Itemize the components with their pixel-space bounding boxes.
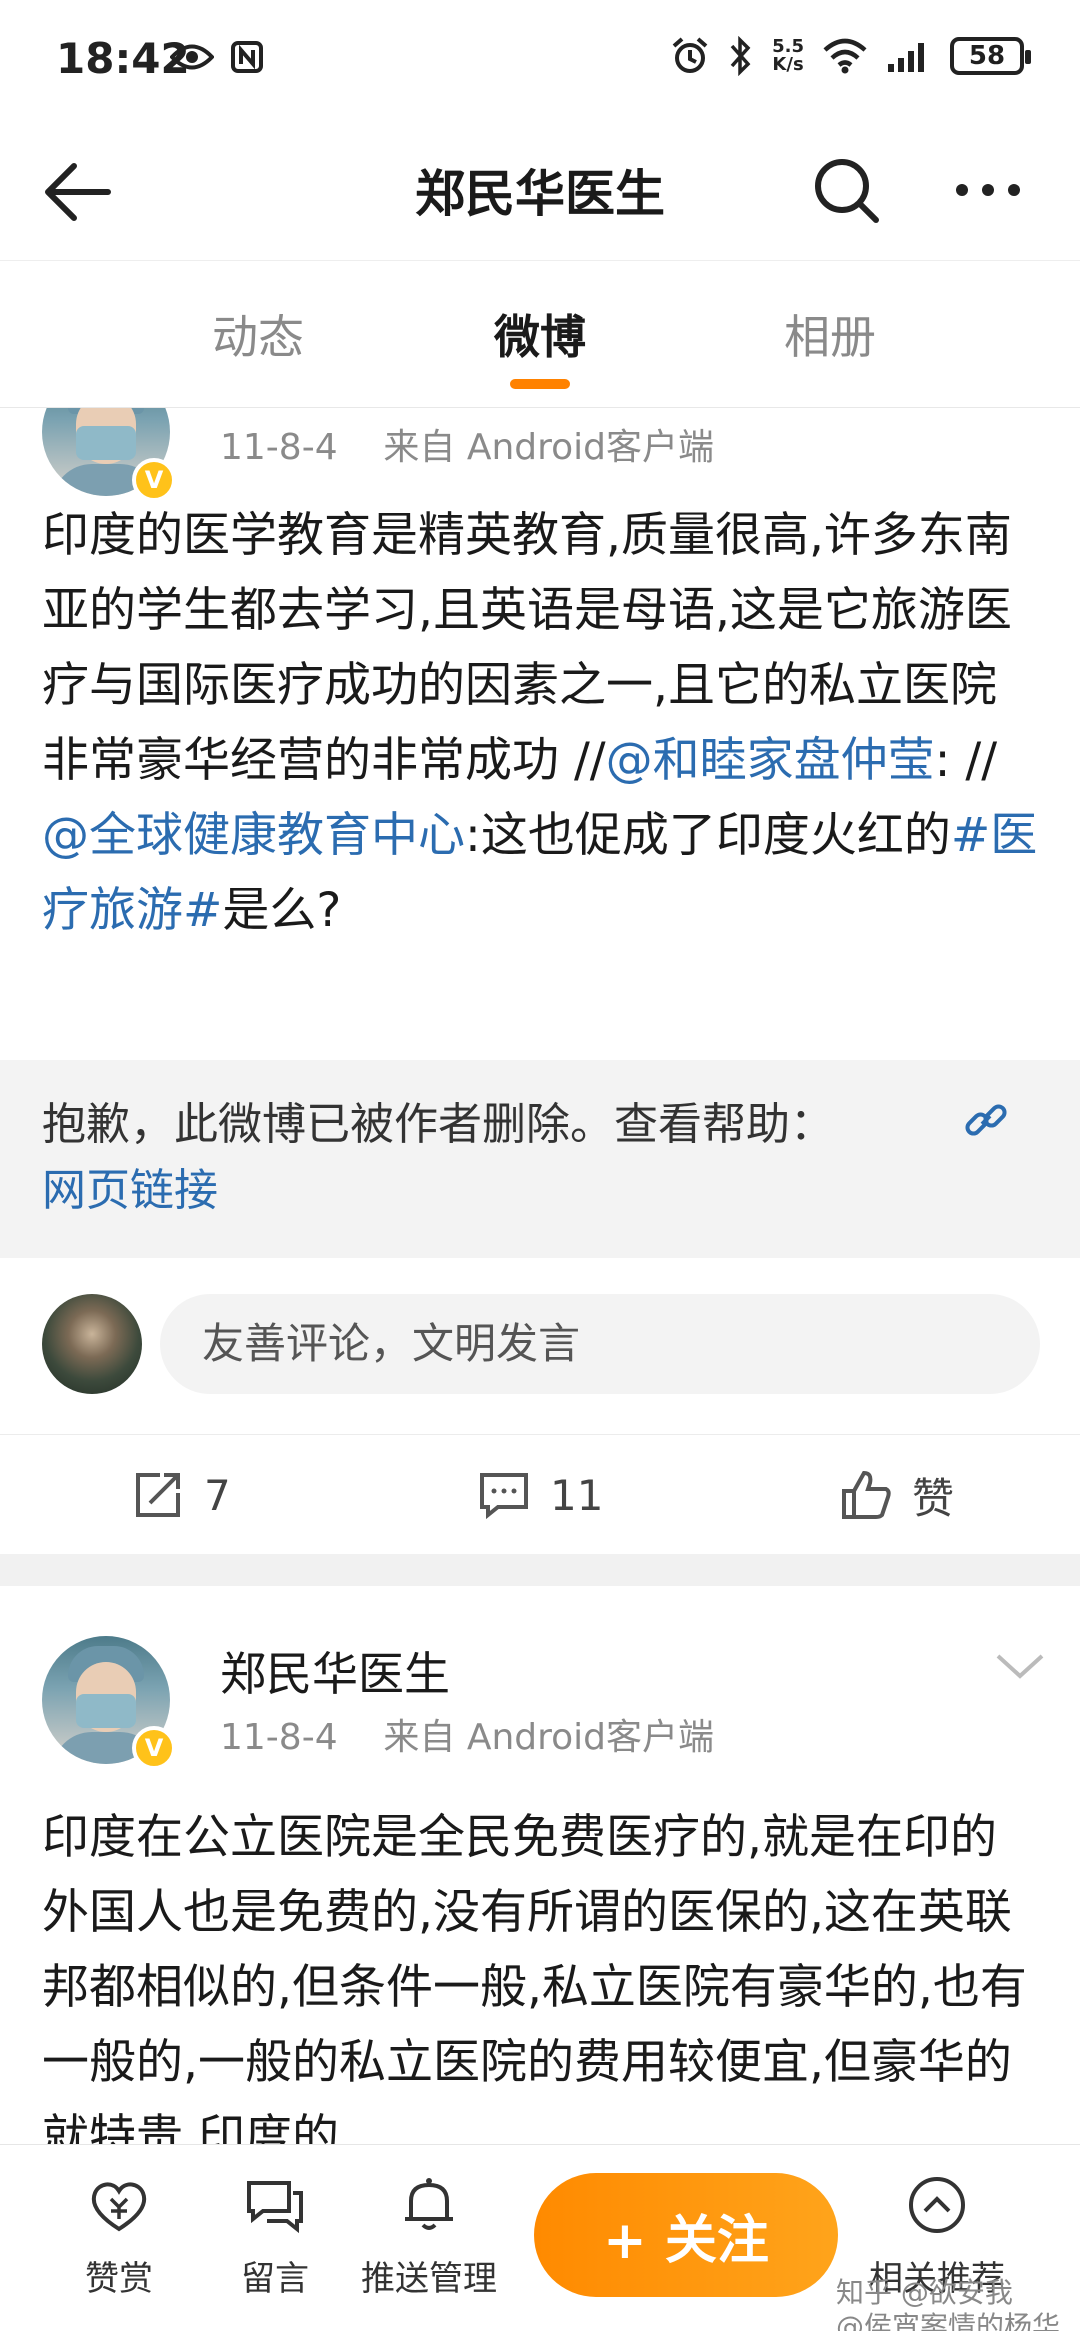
- comment-count: 11: [550, 1470, 604, 1520]
- battery-indicator: 58: [950, 37, 1031, 75]
- thumbs-up-icon: [842, 1470, 891, 1519]
- page-title: 郑民华医生: [415, 165, 665, 223]
- search-icon[interactable]: [808, 152, 884, 228]
- related-icon: [909, 2177, 965, 2233]
- post-actions: 7 11 赞: [0, 1434, 1080, 1554]
- comment-icon: [480, 1473, 528, 1520]
- follow-button[interactable]: + 关注: [534, 2173, 838, 2297]
- weibo-feed[interactable]: V 郑民华医生 11-8-4 来自 Android客户端 印度的医学教育是精英教…: [0, 408, 1080, 2144]
- reward-label: 赞赏: [85, 2259, 153, 2299]
- my-avatar: [42, 1294, 142, 1394]
- comment-button[interactable]: 11: [476, 1465, 603, 1525]
- repost-count: 7: [204, 1470, 231, 1520]
- tab-album[interactable]: 相册: [720, 301, 940, 367]
- signal-icon: [888, 43, 924, 72]
- push-settings-button[interactable]: 推送管理: [354, 2173, 504, 2300]
- text-segment: : //: [934, 733, 998, 788]
- author-name[interactable]: 郑民华医生: [220, 1638, 450, 1704]
- message-icon: [247, 2181, 303, 2234]
- deleted-repost-notice: 抱歉，此微博已被作者删除。查看帮助： 网页链接: [0, 1060, 1080, 1258]
- nfc-icon: [231, 41, 263, 73]
- link-icon[interactable]: [962, 1096, 1010, 1144]
- network-speed: 5.5 K/s: [772, 36, 804, 75]
- bell-icon: [405, 2178, 453, 2230]
- deleted-notice-text: 抱歉，此微博已被作者删除。查看帮助： 网页链接: [42, 1099, 834, 1216]
- alarm-icon: [672, 37, 708, 73]
- reward-button[interactable]: 赞赏: [44, 2173, 194, 2300]
- post-date: 11-8-4: [220, 1717, 338, 1758]
- push-label: 推送管理: [361, 2259, 497, 2299]
- post-text: 印度的医学教育是精英教育,质量很高,许多东南亚的学生都去学习,且英语是母语,这是…: [42, 498, 1042, 948]
- mention-link[interactable]: @全球健康教育中心: [42, 808, 465, 863]
- reward-icon: [91, 2182, 147, 2232]
- post-source: 来自 Android客户端: [383, 1717, 715, 1758]
- card-divider: [0, 1554, 1080, 1586]
- verified-badge-icon: V: [132, 1726, 176, 1770]
- post-date: 11-8-4: [220, 427, 338, 468]
- top-nav: 郑民华医生: [0, 120, 1080, 260]
- profile-tabs: 动态 微博 相册: [0, 260, 1080, 408]
- post-meta: 11-8-4 来自 Android客户端: [220, 1708, 714, 1760]
- status-bar: 18:42 5.5 K/s 58: [0, 0, 1080, 120]
- verified-badge-icon: V: [132, 458, 176, 502]
- bluetooth-icon: [730, 36, 751, 76]
- repost-button[interactable]: 7: [130, 1465, 231, 1525]
- like-button[interactable]: 赞: [838, 1465, 954, 1525]
- post-text: 印度在公立医院是全民免费医疗的,就是在印的外国人也是免费的,没有所谓的医保的,这…: [42, 1810, 1027, 2144]
- mention-link[interactable]: @和睦家盘仲莹: [606, 733, 935, 788]
- comment-row: 友善评论，文明发言: [0, 1294, 1080, 1394]
- status-right-icons: 5.5 K/s 58: [670, 36, 1031, 76]
- repost-icon: [136, 1473, 180, 1517]
- wifi-icon: [823, 38, 867, 74]
- text-segment: 是么?: [222, 883, 342, 938]
- more-icon[interactable]: [950, 152, 1026, 228]
- tab-weibo[interactable]: 微博: [430, 301, 650, 367]
- tab-active-indicator: [510, 379, 570, 389]
- watermark-text: 知乎 @欲安我 @侯宵案情的杨华: [836, 2276, 1061, 2331]
- weibo-card: V 郑民华医生 11-8-4 来自 Android客户端 印度在公立医院是全民免…: [0, 1586, 1080, 2144]
- post-meta: 11-8-4 来自 Android客户端: [220, 418, 714, 470]
- comment-input[interactable]: 友善评论，文明发言: [160, 1294, 1040, 1394]
- eye-icon: [170, 44, 214, 70]
- chevron-down-icon[interactable]: [994, 1652, 1046, 1682]
- text-segment: :这也促成了印度火红的: [465, 808, 951, 863]
- author-name[interactable]: 郑民华医生: [220, 408, 450, 416]
- message-label: 留言: [241, 2259, 309, 2299]
- tab-dynamics[interactable]: 动态: [148, 301, 368, 367]
- message-button[interactable]: 留言: [200, 2173, 350, 2300]
- status-left-icons: [170, 40, 264, 74]
- web-link[interactable]: 网页链接: [42, 1165, 218, 1216]
- like-label: 赞: [912, 1473, 955, 1523]
- post-source: 来自 Android客户端: [383, 427, 715, 468]
